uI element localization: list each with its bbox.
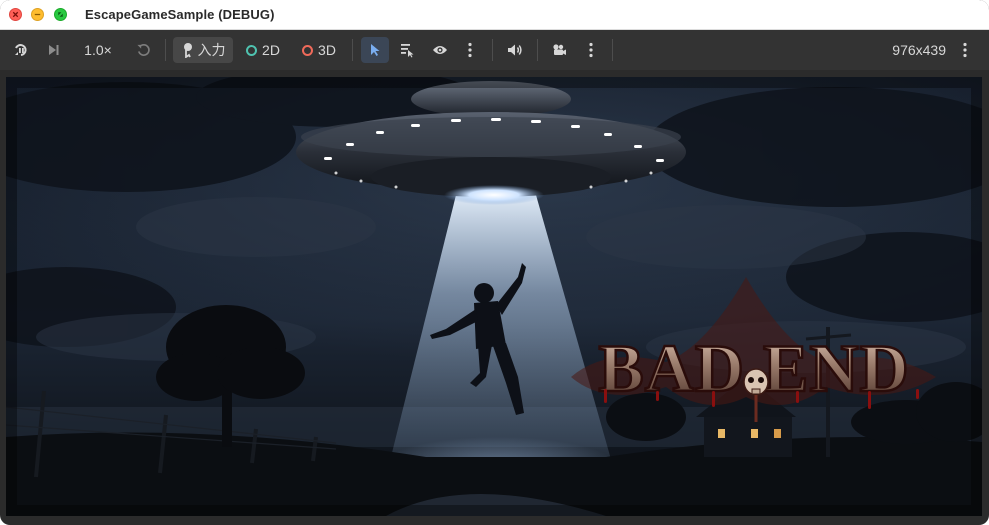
reset-icon [136, 43, 150, 56]
time-scale-button[interactable]: 1.0× [76, 37, 120, 63]
maximize-window-button[interactable] [54, 8, 67, 21]
camera-options-button[interactable] [581, 37, 601, 63]
visibility-button[interactable] [427, 37, 453, 63]
input-label: 入力 [197, 42, 226, 58]
toolbar-separator [492, 39, 493, 61]
select-tool-button[interactable] [361, 37, 389, 63]
close-window-button[interactable] [9, 8, 22, 21]
debug-toolbar: 1.0× 入力 2D 3D 976x439 [0, 30, 989, 70]
title-bar: EscapeGameSample (DEBUG) [0, 0, 989, 30]
minimize-icon [34, 13, 41, 16]
mode-3d-button[interactable]: 3D [296, 37, 342, 63]
mode-3d-icon [302, 44, 314, 56]
vertical-ellipsis-icon [589, 42, 593, 58]
speaker-icon [508, 44, 522, 56]
toolbar-separator [352, 39, 353, 61]
window-title: EscapeGameSample (DEBUG) [85, 7, 275, 22]
mode-2d-button[interactable]: 2D [241, 37, 285, 63]
camera-override-button[interactable] [546, 37, 572, 63]
next-frame-button[interactable] [40, 37, 66, 63]
audio-button[interactable] [502, 37, 528, 63]
close-icon [12, 11, 19, 18]
more-options-button[interactable] [460, 37, 480, 63]
step-forward-icon [49, 45, 59, 55]
toolbar-separator [537, 39, 538, 61]
reset-speed-button[interactable] [130, 37, 156, 63]
minimize-window-button[interactable] [31, 8, 44, 21]
pause-game-icon [15, 44, 27, 56]
bad-end-scene: BAD END [6, 77, 982, 516]
mode-2d-icon [246, 44, 258, 56]
list-select-button[interactable] [394, 37, 420, 63]
eye-icon [433, 46, 447, 54]
input-hand-icon [183, 43, 192, 58]
toolbar-separator [165, 39, 166, 61]
vertical-ellipsis-icon [468, 42, 472, 58]
movie-camera-icon [553, 44, 566, 55]
mode-3d-label: 3D [318, 42, 336, 58]
pointer-arrow-icon [371, 44, 380, 56]
list-pointer-icon [401, 44, 414, 58]
app-window: EscapeGameSample (DEBUG) 1.0× 入力 2D 3D 9… [0, 0, 989, 525]
input-toggle-button[interactable]: 入力 [173, 37, 233, 63]
mode-2d-label: 2D [262, 42, 280, 58]
game-viewport[interactable]: BAD END [6, 77, 982, 516]
window-options-button[interactable] [955, 37, 975, 63]
vertical-ellipsis-icon [963, 42, 967, 58]
toolbar-separator [612, 39, 613, 61]
viewport-resolution: 976x439 [892, 42, 946, 58]
pause-game-button[interactable] [8, 37, 34, 63]
fullscreen-icon [58, 12, 63, 17]
